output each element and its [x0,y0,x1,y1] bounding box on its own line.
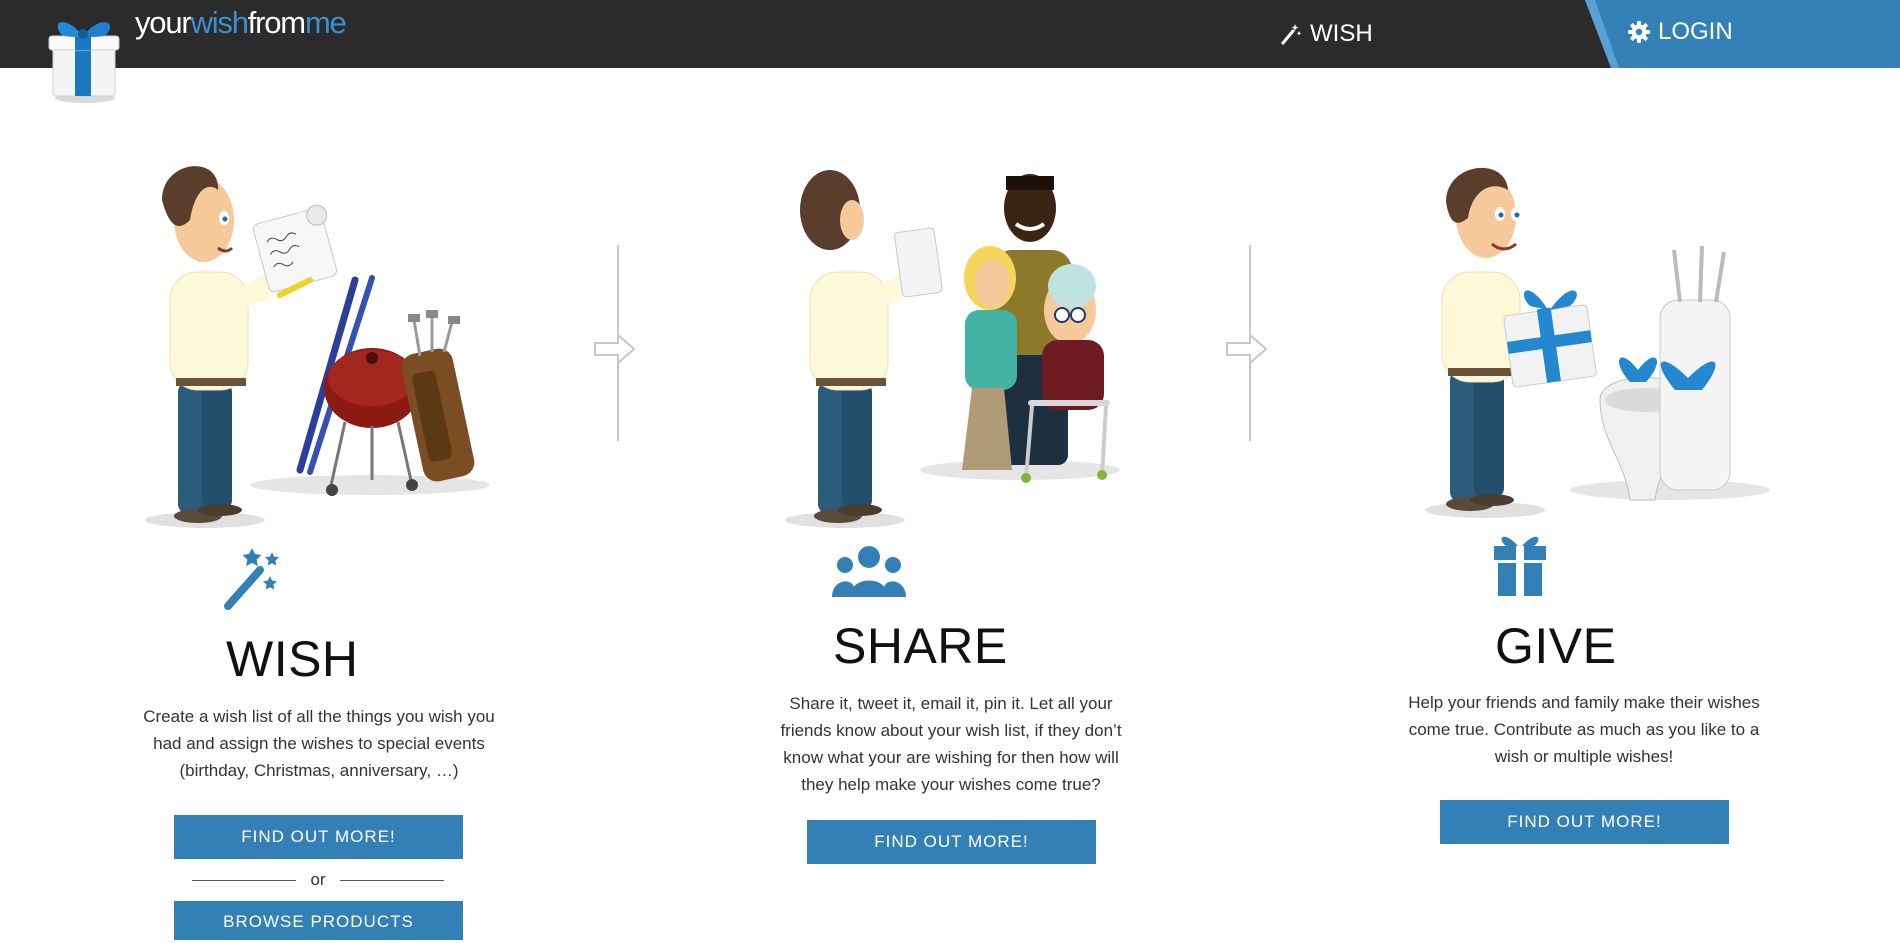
give-heading: GIVE [1495,618,1617,674]
share-description-line: friends know about your wish list, if th… [780,721,1122,740]
wish-description-line: had and assign the wishes to special eve… [153,734,485,753]
gift-icon [1494,536,1546,596]
give-description-line: wish or multiple wishes! [1494,747,1674,766]
give-description-line: come true. Contribute as much as you lik… [1408,720,1760,739]
login-button[interactable]: LOGIN [1628,18,1733,46]
share-heading: SHARE [833,618,1008,674]
arrow-right-icon [594,333,636,365]
share-find-out-more-button[interactable]: FIND OUT MORE! [807,820,1096,864]
wish-description-line: Create a wish list of all the things you… [143,707,495,726]
brand-me: me [304,5,347,40]
separator-line [192,879,296,881]
wish-description: Create a wish list of all the things you… [118,703,520,784]
browse-products-button[interactable]: BROWSE PRODUCTS [174,901,463,940]
brand-logo-text[interactable]: yourwishfromme [135,5,347,41]
share-description: Share it, tweet it, email it, pin it. Le… [750,690,1152,798]
magic-wand-icon [224,548,279,610]
give-description-line: Help your friends and family make their … [1408,693,1760,712]
arrow-right-icon [1226,333,1268,365]
or-label: or [310,870,326,889]
nav-wish-label: WISH [1310,20,1373,47]
share-description-line: they help make your wishes come true? [801,775,1101,794]
gear-icon [1628,21,1650,43]
share-description-line: know what your are wishing for then how … [783,748,1119,767]
separator-line [340,879,444,881]
brand-from: from [247,5,306,40]
give-find-out-more-button[interactable]: FIND OUT MORE! [1440,800,1729,844]
magic-wand-icon [1281,24,1302,45]
give-description: Help your friends and family make their … [1383,689,1785,770]
or-separator: or [192,868,444,892]
share-description-line: Share it, tweet it, email it, pin it. Le… [789,694,1113,713]
wish-description-line: (birthday, Christmas, anniversary, …) [179,761,459,780]
wish-illustration [145,166,490,528]
login-label: LOGIN [1658,18,1733,45]
nav-wish-link[interactable]: WISH [1280,18,1373,50]
brand-your: your [135,5,192,40]
logo-gift-icon[interactable] [45,12,127,104]
wish-find-out-more-button[interactable]: FIND OUT MORE! [174,815,463,859]
users-icon [832,546,906,597]
brand-wish: wish [190,5,249,40]
give-illustration [1425,167,1770,518]
wish-heading: WISH [226,631,359,687]
share-illustration [785,170,1120,528]
